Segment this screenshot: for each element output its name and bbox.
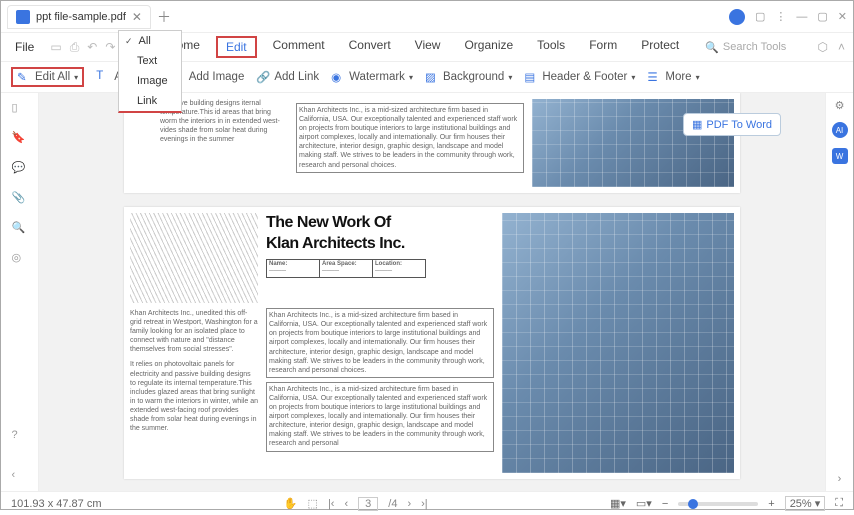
menu-comment[interactable]: Comment (265, 36, 333, 58)
word-badge-icon[interactable]: W (832, 148, 848, 164)
watermark-icon: ◉ (331, 70, 345, 84)
link-icon: 🔗 (256, 70, 270, 84)
page-input[interactable]: 3 (358, 497, 378, 511)
menu-organize[interactable]: Organize (456, 36, 521, 58)
fullscreen-icon[interactable]: ⛶ (835, 497, 843, 510)
undo-icon[interactable]: ↶ (87, 40, 97, 55)
minimize-icon[interactable]: — (796, 11, 807, 23)
close-tab-icon[interactable]: ✕ (132, 10, 142, 24)
first-page-icon[interactable]: |‹ (328, 498, 335, 510)
architecture-image (130, 213, 258, 303)
thumbnails-icon[interactable]: ▯ (12, 101, 28, 117)
tab-title: ppt file-sample.pdf (36, 11, 126, 23)
edit-all-dropdown: All Text Image Link (118, 30, 182, 113)
view-mode-icon[interactable]: ▭▾ (636, 497, 652, 510)
watermark-button[interactable]: ◉Watermark▾ (331, 70, 413, 84)
menu-convert[interactable]: Convert (341, 36, 399, 58)
background-icon: ▨ (425, 70, 439, 84)
print-icon[interactable]: ⎙ (70, 40, 80, 55)
collapse-right-icon[interactable]: › (838, 473, 842, 485)
fit-mode-icon[interactable]: ▦▾ (610, 497, 626, 510)
attachments-icon[interactable]: 📎 (12, 191, 28, 207)
menu-edit[interactable]: Edit (216, 36, 257, 58)
menu-view[interactable]: View (407, 36, 449, 58)
pdf-to-word-button[interactable]: ▦ PDF To Word (683, 113, 781, 136)
word-icon: ▦ (692, 118, 702, 131)
chat-icon[interactable]: ▢ (755, 10, 765, 23)
page-2-partial: I passive building designs iternal tempe… (124, 93, 740, 193)
redo-icon[interactable]: ↷ (105, 40, 115, 55)
document-tab[interactable]: ppt file-sample.pdf ✕ (7, 5, 151, 29)
dropdown-all[interactable]: All (119, 31, 181, 51)
header-footer-button[interactable]: ▤Header & Footer▾ (524, 70, 635, 84)
pencil-icon: ✎ (17, 70, 31, 84)
next-page-icon[interactable]: › (407, 498, 411, 510)
dropdown-image[interactable]: Image (119, 71, 181, 91)
fields-icon[interactable]: ◎ (12, 251, 28, 267)
dropdown-link[interactable]: Link (119, 91, 181, 111)
title-bar: ppt file-sample.pdf ✕ ＋ ▢ ⋮ — ▢ ✕ (1, 1, 853, 33)
menu-protect[interactable]: Protect (633, 36, 687, 58)
right-sidebar: ⚙ AI W › (825, 93, 853, 491)
document-canvas[interactable]: ▦ PDF To Word I passive building designs… (39, 93, 825, 491)
left-sidebar: ▯ 🔖 💬 📎 🔍 ◎ ? ‹ (1, 93, 39, 491)
file-menu[interactable]: File (9, 38, 40, 56)
search-tools[interactable]: 🔍 Search Tools (705, 36, 786, 58)
add-link-button[interactable]: 🔗Add Link (256, 70, 319, 84)
heading-line2: Klan Architects Inc. (266, 234, 494, 255)
dimensions-readout: 101.93 x 47.87 cm (11, 498, 102, 510)
user-avatar-icon[interactable] (729, 9, 745, 25)
text-icon: T (96, 70, 110, 84)
zoom-value[interactable]: 25% ▾ (785, 496, 826, 511)
heading-line1: The New Work Of (266, 213, 494, 234)
ai-badge-icon[interactable]: AI (832, 122, 848, 138)
cloud-icon[interactable]: ⬡ (817, 40, 827, 54)
zoom-out-icon[interactable]: − (662, 498, 668, 510)
page-total: /4 (388, 498, 397, 510)
hand-tool-icon[interactable]: ✋ (284, 497, 298, 510)
chevron-down-icon: ▾ (74, 73, 78, 82)
close-window-icon[interactable]: ✕ (838, 10, 847, 23)
help-icon[interactable]: ? (12, 429, 28, 445)
dropdown-text[interactable]: Text (119, 51, 181, 71)
search-panel-icon[interactable]: 🔍 (12, 221, 28, 237)
header-footer-icon: ▤ (524, 70, 538, 84)
page-3: Khan Architects Inc., unedited this off-… (124, 207, 740, 479)
more-icon: ☰ (647, 70, 661, 84)
menu-form[interactable]: Form (581, 36, 625, 58)
building-image-large (502, 213, 734, 473)
zoom-in-icon[interactable]: + (768, 498, 774, 510)
bookmarks-icon[interactable]: 🔖 (12, 131, 28, 147)
select-tool-icon[interactable]: ⬚ (308, 497, 318, 510)
info-table: Name:──── Area Space:──── Location:──── (266, 259, 426, 279)
pdf-icon (16, 10, 30, 24)
collapse-ribbon-icon[interactable]: ˄ (838, 40, 845, 54)
background-button[interactable]: ▨Background▾ (425, 70, 512, 84)
collapse-left-icon[interactable]: ‹ (12, 469, 28, 485)
status-bar: 101.93 x 47.87 cm ✋ ⬚ |‹ ‹ 3 /4 › ›| ▦▾ … (1, 491, 853, 515)
zoom-slider[interactable] (678, 502, 758, 506)
maximize-icon[interactable]: ▢ (817, 10, 827, 23)
open-icon[interactable]: ▭ (50, 40, 61, 55)
kebab-icon[interactable]: ⋮ (775, 10, 786, 23)
menu-tools[interactable]: Tools (529, 36, 573, 58)
prev-page-icon[interactable]: ‹ (344, 498, 348, 510)
comments-icon[interactable]: 💬 (12, 161, 28, 177)
last-page-icon[interactable]: ›| (421, 498, 428, 510)
more-button[interactable]: ☰More▾ (647, 70, 699, 84)
edit-all-button[interactable]: ✎ Edit All ▾ (11, 67, 84, 87)
settings-icon[interactable]: ⚙ (835, 99, 845, 112)
new-tab-button[interactable]: ＋ (157, 7, 171, 27)
